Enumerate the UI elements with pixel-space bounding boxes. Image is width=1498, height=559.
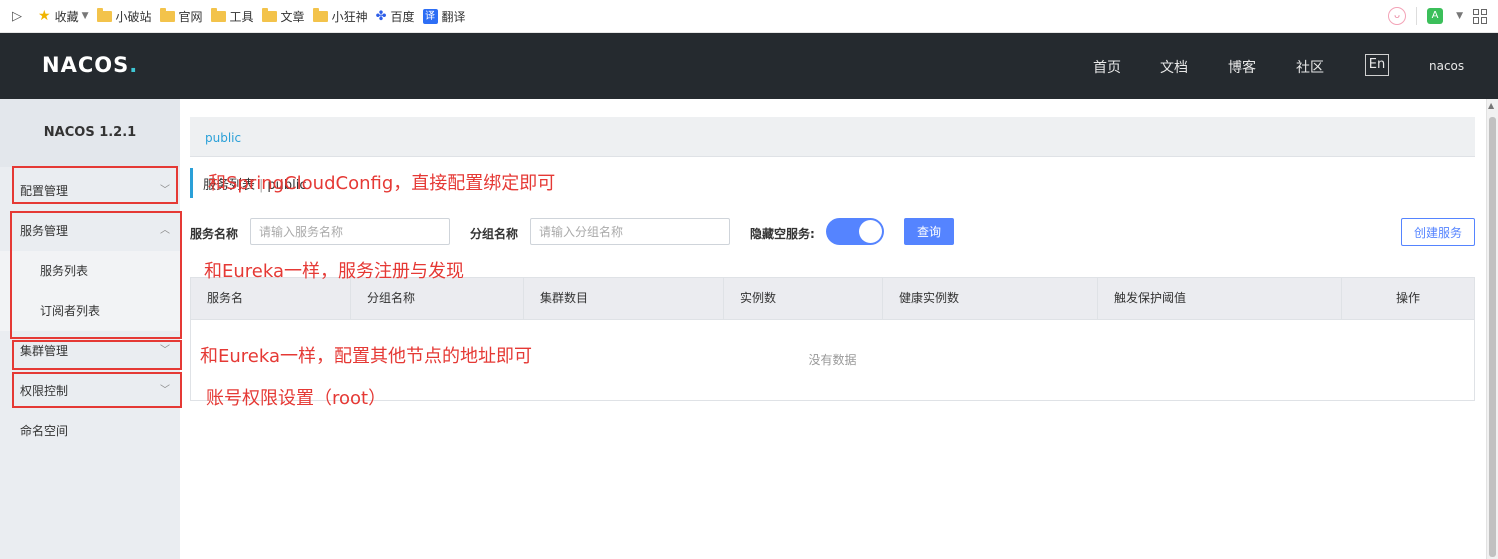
bookmark-bar: ▷ ★ 收藏 ▼ 小破站 官网 工具 文章 小狂神 ✤ 百度 译 翻译 ᴗ A … bbox=[0, 0, 1498, 33]
folder-icon bbox=[210, 7, 226, 22]
sidebar-toggle-icon[interactable]: ▷ bbox=[12, 9, 30, 24]
page-scrollbar[interactable]: ▲ bbox=[1486, 99, 1498, 559]
star-icon: ★ bbox=[38, 8, 51, 24]
column-header[interactable]: 分组名称 bbox=[351, 278, 524, 319]
toggle-knob bbox=[859, 220, 882, 243]
user-name[interactable]: nacos bbox=[1429, 59, 1464, 73]
bookmark-label: 文章 bbox=[280, 9, 305, 24]
table-header: 服务名 分组名称 集群数目 实例数 健康实例数 触发保护阈值 操作 bbox=[191, 278, 1474, 320]
filter-row: 服务名称 分组名称 隐藏空服务: 查询 创建服务 bbox=[190, 218, 1475, 246]
nav-community[interactable]: 社区 bbox=[1296, 57, 1324, 77]
nav-docs[interactable]: 文档 bbox=[1160, 57, 1188, 77]
sidebar-item-label: 命名空间 bbox=[20, 424, 69, 438]
annotation-cluster: 和Eureka一样，配置其他节点的地址即可 bbox=[200, 346, 532, 367]
baidu-paw-icon: ✤ bbox=[375, 8, 387, 24]
highlight-box-config bbox=[12, 166, 178, 204]
service-name-input[interactable] bbox=[250, 218, 450, 245]
scroll-up-icon[interactable]: ▲ bbox=[1488, 101, 1494, 110]
query-button[interactable]: 查询 bbox=[904, 218, 954, 245]
cat-icon[interactable]: ᴗ bbox=[1388, 7, 1407, 25]
bookmark-baidu[interactable]: ✤ 百度 bbox=[376, 8, 415, 25]
top-header: NACOS. 首页 文档 博客 社区 En nacos bbox=[0, 33, 1498, 99]
namespace-bar: public bbox=[190, 117, 1475, 157]
highlight-box-auth bbox=[12, 372, 182, 408]
column-header[interactable]: 实例数 bbox=[724, 278, 883, 319]
bookmark-folder[interactable]: 官网 bbox=[159, 7, 203, 25]
folder-icon bbox=[96, 7, 112, 22]
group-name-label: 分组名称 bbox=[470, 227, 519, 241]
namespace-link[interactable]: public bbox=[205, 131, 241, 145]
bookmark-label: 小狂神 bbox=[331, 9, 368, 24]
chevron-down-icon[interactable]: ▼ bbox=[1456, 11, 1463, 21]
nav-home[interactable]: 首页 bbox=[1093, 57, 1121, 77]
hide-empty-label: 隐藏空服务: bbox=[750, 227, 815, 241]
annotation-auth: 账号权限设置（root） bbox=[206, 388, 387, 409]
highlight-box-cluster bbox=[12, 340, 182, 370]
apps-grid-icon[interactable] bbox=[1473, 8, 1488, 24]
sidebar-title: NACOS 1.2.1 bbox=[0, 99, 180, 167]
column-header[interactable]: 服务名 bbox=[191, 278, 351, 319]
bookmark-translate[interactable]: 译 翻译 bbox=[422, 8, 466, 25]
bookmark-folder[interactable]: 文章 bbox=[261, 7, 305, 25]
main-content: public 服务列表|public 服务名称 分组名称 隐藏空服务: 查询 创… bbox=[180, 99, 1498, 559]
bookmark-folder[interactable]: 小狂神 bbox=[312, 7, 368, 25]
folder-icon bbox=[159, 7, 175, 22]
bookmark-label: 官网 bbox=[178, 9, 203, 24]
nacos-logo[interactable]: NACOS. bbox=[42, 53, 138, 77]
language-switch-button[interactable]: En bbox=[1365, 54, 1389, 76]
column-header[interactable]: 操作 bbox=[1342, 278, 1474, 319]
column-header[interactable]: 集群数目 bbox=[524, 278, 724, 319]
browser-toolbar-right: ᴗ A ▼ bbox=[1388, 7, 1488, 25]
bookmark-label: 收藏 bbox=[54, 9, 79, 24]
bookmark-favorites[interactable]: ★ 收藏 ▼ bbox=[38, 8, 89, 25]
folder-icon bbox=[312, 7, 328, 22]
service-table: 服务名 分组名称 集群数目 实例数 健康实例数 触发保护阈值 操作 没有数据 bbox=[190, 277, 1475, 401]
chevron-down-icon: ▼ bbox=[81, 11, 89, 21]
annotation-service: 和Eureka一样，服务注册与发现 bbox=[204, 261, 464, 282]
toolbar-divider bbox=[1416, 7, 1418, 25]
service-name-label: 服务名称 bbox=[190, 227, 239, 241]
sidebar-item-namespace[interactable]: 命名空间 bbox=[0, 411, 180, 451]
bookmark-folder[interactable]: 小破站 bbox=[96, 7, 152, 25]
scroll-thumb[interactable] bbox=[1489, 117, 1496, 557]
column-header[interactable]: 健康实例数 bbox=[883, 278, 1098, 319]
bookmark-label: 翻译 bbox=[441, 9, 466, 24]
hide-empty-toggle[interactable] bbox=[826, 218, 884, 245]
folder-icon bbox=[261, 7, 277, 22]
bookmark-label: 百度 bbox=[390, 9, 415, 24]
bookmark-folder[interactable]: 工具 bbox=[210, 7, 254, 25]
group-name-input[interactable] bbox=[530, 218, 730, 245]
extension-icon[interactable]: A bbox=[1427, 8, 1444, 24]
highlight-box-service bbox=[10, 211, 182, 339]
bookmark-label: 小破站 bbox=[115, 9, 152, 24]
column-header[interactable]: 触发保护阈值 bbox=[1098, 278, 1342, 319]
create-service-button[interactable]: 创建服务 bbox=[1401, 218, 1475, 246]
bookmark-label: 工具 bbox=[229, 9, 254, 24]
translate-icon: 译 bbox=[422, 8, 438, 24]
nav-blog[interactable]: 博客 bbox=[1228, 57, 1256, 77]
annotation-config: 和SpringCloudConfig，直接配置绑定即可 bbox=[208, 173, 556, 194]
